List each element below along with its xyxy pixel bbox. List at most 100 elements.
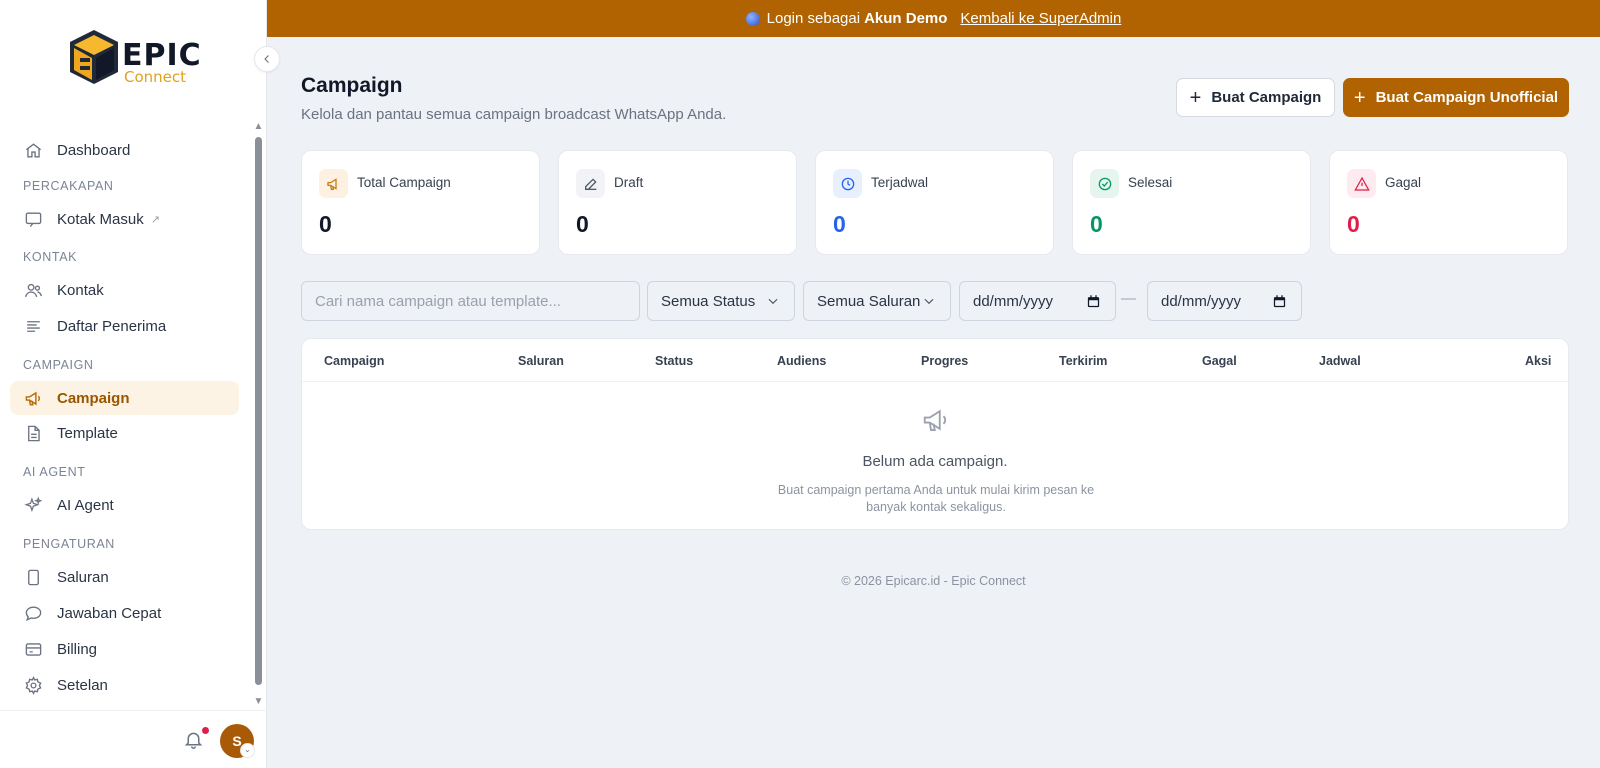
scroll-down-arrow[interactable]: ▼	[253, 697, 264, 707]
sidebar-item-ai-agent[interactable]: AI Agent	[10, 488, 239, 522]
date-to-value: dd/mm/yyyy	[1161, 292, 1242, 310]
sidebar-item-label: Dashboard	[57, 141, 131, 159]
sidebar-item-label: Billing	[57, 640, 98, 658]
stat-value: 0	[576, 211, 589, 237]
stat-card-selesai: Selesai 0	[1072, 150, 1311, 255]
date-range-separator: —	[1121, 290, 1136, 307]
banner-account: Akun Demo	[864, 10, 948, 27]
stat-label: Selesai	[1128, 175, 1173, 190]
column-header[interactable]: Status	[655, 354, 693, 368]
sidebar-item-daftar-penerima[interactable]: Daftar Penerima	[10, 309, 239, 343]
section-campaign: CAMPAIGN	[23, 358, 94, 372]
channel-select-value: Semua Saluran	[817, 292, 921, 310]
brand-logo[interactable]: EPIC Connect	[66, 28, 206, 88]
calendar-icon[interactable]	[1086, 294, 1101, 309]
column-header[interactable]: Audiens	[777, 354, 826, 368]
stat-value: 0	[833, 211, 846, 237]
table-header: Campaign Saluran Status Audiens Progres …	[302, 339, 1568, 382]
stat-label: Draft	[614, 175, 644, 190]
section-ai-agent: AI AGENT	[23, 465, 86, 479]
banner-prefix: Login sebagai	[766, 10, 861, 27]
calendar-icon[interactable]	[1272, 294, 1287, 309]
sidebar-item-saluran[interactable]: Saluran	[10, 560, 239, 594]
chevron-left-icon	[264, 55, 269, 63]
page-subtitle: Kelola dan pantau semua campaign broadca…	[301, 106, 727, 123]
sidebar: EPIC Connect Dashboard PERCAKAPAN Kotak …	[0, 0, 267, 768]
stat-card-draft: Draft 0	[558, 150, 797, 255]
chevron-down-icon	[924, 298, 934, 305]
status-select[interactable]: Semua Status	[647, 281, 795, 321]
stat-label: Gagal	[1385, 175, 1422, 190]
sidebar-item-campaign[interactable]: Campaign	[10, 381, 239, 415]
notification-dot	[202, 727, 209, 734]
sidebar-item-label: AI Agent	[57, 496, 114, 514]
stat-value: 0	[1347, 211, 1360, 237]
date-from-input[interactable]: dd/mm/yyyy	[959, 281, 1116, 321]
sidebar-scrollbar[interactable]	[255, 137, 262, 685]
sidebar-item-kotak-masuk[interactable]: Kotak Masuk ↗	[10, 202, 239, 236]
external-link-icon: ↗	[150, 213, 160, 226]
megaphone-icon	[923, 409, 947, 431]
page-footer: © 2026 Epicarc.id - Epic Connect	[841, 574, 1026, 588]
create-campaign-button[interactable]: + Buat Campaign	[1176, 78, 1335, 117]
empty-state-title: Belum ada campaign.	[862, 453, 1008, 470]
stat-label: Total Campaign	[357, 175, 451, 190]
stat-card-gagal: Gagal 0	[1329, 150, 1568, 255]
chevron-down-icon[interactable]: ⌄	[240, 743, 255, 758]
column-header[interactable]: Terkirim	[1059, 354, 1107, 368]
sidebar-item-label: Jawaban Cepat	[57, 604, 162, 622]
back-to-superadmin-link[interactable]: Kembali ke SuperAdmin	[960, 10, 1121, 27]
scroll-up-arrow[interactable]: ▲	[253, 122, 264, 132]
globe-icon	[745, 11, 760, 26]
stat-value: 0	[319, 211, 332, 237]
collapse-sidebar-button[interactable]	[254, 46, 280, 72]
date-to-input[interactable]: dd/mm/yyyy	[1147, 281, 1302, 321]
stat-card-total: Total Campaign 0	[301, 150, 540, 255]
megaphone-icon	[23, 388, 43, 408]
sidebar-item-billing[interactable]: Billing	[10, 632, 239, 666]
home-icon	[23, 140, 43, 160]
file-text-icon	[23, 423, 43, 443]
sidebar-item-dashboard[interactable]: Dashboard	[10, 133, 239, 167]
sidebar-item-label: Campaign	[57, 389, 130, 407]
status-select-value: Semua Status	[661, 292, 756, 310]
sidebar-item-label: Saluran	[57, 568, 109, 586]
alert-triangle-icon	[1347, 169, 1376, 198]
megaphone-icon	[319, 169, 348, 198]
clock-icon	[833, 169, 862, 198]
column-header[interactable]: Saluran	[518, 354, 564, 368]
column-header[interactable]: Gagal	[1202, 354, 1237, 368]
section-percakapan: PERCAKAPAN	[23, 179, 114, 193]
create-unofficial-campaign-button[interactable]: + Buat Campaign Unofficial	[1343, 78, 1569, 117]
sidebar-item-jawaban-cepat[interactable]: Jawaban Cepat	[10, 596, 239, 630]
sidebar-item-label: Setelan	[57, 676, 108, 694]
sidebar-item-kontak[interactable]: Kontak	[10, 273, 239, 307]
section-pengaturan: PENGATURAN	[23, 537, 115, 551]
sidebar-item-template[interactable]: Template	[10, 416, 239, 450]
stat-card-terjadwal: Terjadwal 0	[815, 150, 1054, 255]
users-icon	[23, 280, 43, 300]
stat-value: 0	[1090, 211, 1103, 237]
sidebar-footer: S ⌄	[0, 710, 267, 768]
plus-icon: +	[1353, 86, 1366, 109]
campaign-table: Campaign Saluran Status Audiens Progres …	[301, 338, 1569, 530]
column-header[interactable]: Jadwal	[1319, 354, 1361, 368]
sidebar-item-setelan[interactable]: Setelan	[10, 668, 239, 702]
stat-label: Terjadwal	[871, 175, 929, 190]
date-from-value: dd/mm/yyyy	[973, 292, 1054, 310]
check-circle-icon	[1090, 169, 1119, 198]
list-icon	[23, 316, 43, 336]
search-input[interactable]: Cari nama campaign atau template...	[301, 281, 640, 321]
chevron-down-icon	[768, 298, 778, 305]
credit-card-icon	[23, 639, 43, 659]
column-header[interactable]: Campaign	[324, 354, 384, 368]
column-header[interactable]: Progres	[921, 354, 968, 368]
sidebar-item-label: Daftar Penerima	[57, 317, 167, 335]
logo-mark-icon	[70, 30, 118, 84]
gear-icon	[23, 675, 43, 695]
impersonation-banner: Login sebagai Akun Demo Kembali ke Super…	[267, 0, 1600, 37]
create-unofficial-campaign-label: Buat Campaign Unofficial	[1375, 89, 1559, 106]
message-square-icon	[23, 209, 43, 229]
sidebar-item-label: Kontak	[57, 281, 104, 299]
channel-select[interactable]: Semua Saluran	[803, 281, 951, 321]
